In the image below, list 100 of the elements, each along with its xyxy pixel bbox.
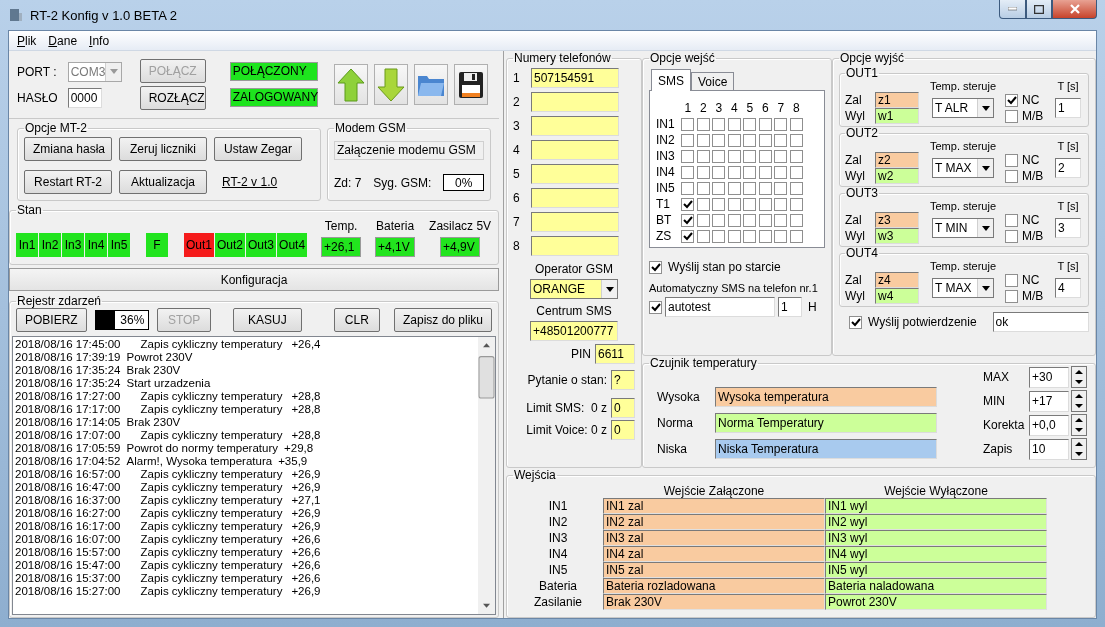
on-message-cell[interactable]: IN4 zal bbox=[603, 546, 825, 562]
phone-field[interactable] bbox=[531, 164, 619, 184]
pin-field[interactable]: 6611 bbox=[595, 344, 635, 364]
checkbox[interactable] bbox=[649, 300, 662, 314]
off-message-cell[interactable]: IN5 wyl bbox=[825, 562, 1047, 578]
checkbox[interactable] bbox=[1005, 213, 1018, 227]
spinner-control[interactable] bbox=[1071, 366, 1087, 388]
query-field[interactable]: ? bbox=[611, 370, 635, 390]
checkbox[interactable] bbox=[743, 197, 757, 211]
checkbox[interactable] bbox=[774, 165, 788, 179]
on-field[interactable]: z4 bbox=[875, 272, 919, 288]
checkbox[interactable] bbox=[696, 149, 710, 163]
password-field[interactable]: 0000 bbox=[67, 87, 102, 108]
option-button[interactable]: Zmiana hasła bbox=[24, 137, 112, 161]
setting-field[interactable]: +0,0 bbox=[1029, 414, 1069, 436]
checkbox[interactable] bbox=[743, 181, 757, 195]
checkbox[interactable] bbox=[758, 165, 772, 179]
close-button[interactable] bbox=[1052, 0, 1097, 19]
log-button[interactable]: KASUJ bbox=[233, 308, 302, 332]
download-button[interactable] bbox=[373, 64, 408, 105]
spinner-control[interactable] bbox=[1071, 390, 1087, 412]
option-button[interactable]: Ustaw Zegar bbox=[214, 137, 302, 161]
minimize-button[interactable] bbox=[999, 0, 1026, 19]
checkbox[interactable] bbox=[712, 197, 726, 211]
checkbox[interactable] bbox=[774, 117, 788, 131]
control-dropdown[interactable]: T MAX bbox=[932, 158, 994, 178]
checkbox[interactable] bbox=[743, 117, 757, 131]
checkbox[interactable] bbox=[1005, 109, 1018, 123]
checkbox[interactable] bbox=[712, 229, 726, 243]
menu-item[interactable]: Info bbox=[83, 33, 116, 48]
checkbox[interactable] bbox=[712, 149, 726, 163]
checkbox[interactable] bbox=[696, 213, 710, 227]
checkbox[interactable] bbox=[774, 197, 788, 211]
time-field[interactable]: 4 bbox=[1055, 278, 1081, 298]
spinner-control[interactable] bbox=[1071, 414, 1087, 436]
checkbox[interactable] bbox=[696, 197, 710, 211]
checkbox[interactable] bbox=[758, 181, 772, 195]
time-field[interactable]: 2 bbox=[1055, 158, 1081, 178]
on-message-cell[interactable]: IN3 zal bbox=[603, 530, 825, 546]
setting-field[interactable]: 10 bbox=[1029, 438, 1069, 460]
checkbox[interactable] bbox=[743, 229, 757, 243]
tab[interactable]: Voice bbox=[691, 72, 735, 91]
spinner-control[interactable] bbox=[1071, 438, 1087, 460]
off-field[interactable]: w2 bbox=[875, 168, 919, 184]
checkbox[interactable] bbox=[743, 165, 757, 179]
control-dropdown[interactable]: T ALR bbox=[932, 98, 994, 118]
checkbox[interactable] bbox=[712, 165, 726, 179]
phone-field[interactable] bbox=[531, 140, 619, 160]
message-field[interactable]: Niska Temperatura bbox=[715, 439, 937, 460]
checkbox[interactable] bbox=[712, 133, 726, 147]
checkbox[interactable] bbox=[727, 117, 741, 131]
config-button[interactable]: Konfiguracja bbox=[9, 268, 499, 291]
maximize-button[interactable] bbox=[1026, 0, 1052, 19]
checkbox[interactable] bbox=[727, 213, 741, 227]
on-message-cell[interactable]: IN5 zal bbox=[603, 562, 825, 578]
checkbox[interactable] bbox=[789, 197, 803, 211]
time-field[interactable]: 3 bbox=[1055, 218, 1081, 238]
log-button[interactable]: CLR bbox=[333, 308, 380, 332]
control-dropdown[interactable]: T MIN bbox=[932, 218, 994, 238]
off-message-cell[interactable]: IN1 wyl bbox=[825, 498, 1047, 514]
checkbox[interactable] bbox=[727, 229, 741, 243]
checkbox[interactable] bbox=[696, 165, 710, 179]
checkbox[interactable] bbox=[789, 133, 803, 147]
phone-field[interactable] bbox=[531, 116, 619, 136]
message-field[interactable]: Wysoka temperatura bbox=[715, 386, 937, 407]
checkbox[interactable] bbox=[1005, 289, 1018, 303]
on-message-cell[interactable]: Brak 230V bbox=[603, 594, 825, 610]
checkbox[interactable] bbox=[727, 165, 741, 179]
off-message-cell[interactable]: IN2 wyl bbox=[825, 514, 1047, 530]
checkbox[interactable] bbox=[774, 229, 788, 243]
off-message-cell[interactable]: Bateria naladowana bbox=[825, 578, 1047, 594]
limit-field[interactable]: 0 bbox=[611, 398, 635, 418]
checkbox[interactable] bbox=[774, 213, 788, 227]
interval-field[interactable]: 1 bbox=[778, 297, 802, 317]
on-message-cell[interactable]: Bateria rozladowana bbox=[603, 578, 825, 594]
control-dropdown[interactable]: T MAX bbox=[932, 278, 994, 298]
checkbox[interactable] bbox=[789, 149, 803, 163]
limit-field[interactable]: 0 bbox=[611, 420, 635, 440]
checkbox[interactable] bbox=[1005, 273, 1018, 287]
checkbox[interactable] bbox=[712, 181, 726, 195]
phone-field[interactable]: 507154591 bbox=[531, 68, 619, 88]
checkbox[interactable] bbox=[758, 197, 772, 211]
checkbox[interactable] bbox=[696, 117, 710, 131]
on-field[interactable]: z1 bbox=[875, 92, 919, 108]
off-message-cell[interactable]: Powrot 230V bbox=[825, 594, 1047, 610]
checkbox[interactable] bbox=[743, 213, 757, 227]
checkbox[interactable] bbox=[712, 117, 726, 131]
menu-item[interactable]: Dane bbox=[42, 33, 84, 48]
checkbox[interactable] bbox=[774, 149, 788, 163]
auto-sms-text-field[interactable]: autotest bbox=[665, 297, 775, 317]
time-field[interactable]: 1 bbox=[1055, 98, 1081, 118]
option-button[interactable]: Aktualizacja bbox=[119, 170, 207, 194]
checkbox[interactable] bbox=[758, 133, 772, 147]
version-link[interactable]: RT-2 v 1.0 bbox=[222, 175, 302, 189]
checkbox[interactable] bbox=[758, 149, 772, 163]
on-message-cell[interactable]: IN2 zal bbox=[603, 514, 825, 530]
checkbox[interactable] bbox=[727, 133, 741, 147]
checkbox[interactable] bbox=[758, 213, 772, 227]
message-field[interactable]: Norma Temperatury bbox=[715, 413, 937, 433]
checkbox[interactable] bbox=[681, 165, 695, 179]
